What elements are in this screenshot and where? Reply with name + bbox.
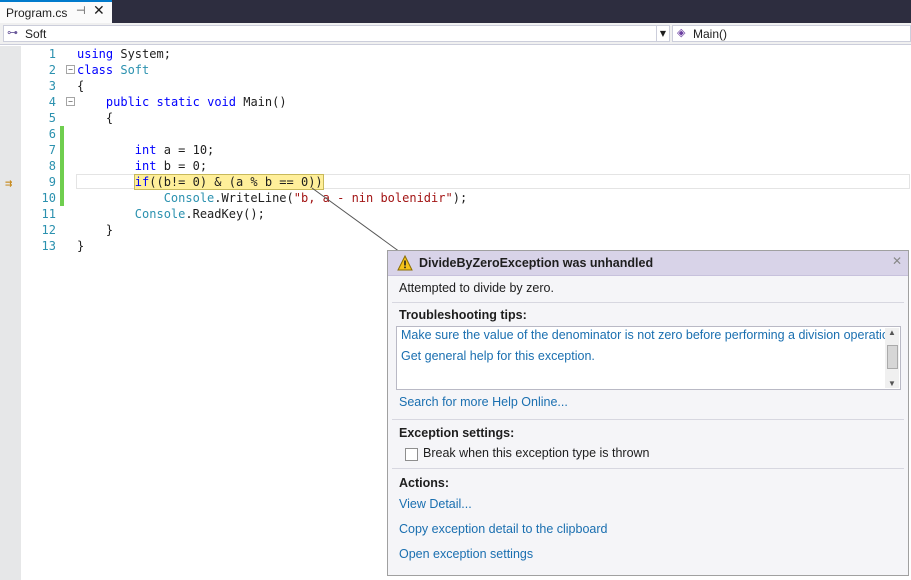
tip-link[interactable]: Get general help for this exception. — [401, 349, 595, 363]
copy-detail-link[interactable]: Copy exception detail to the clipboard — [399, 522, 607, 536]
divider — [392, 419, 904, 420]
document-tab-strip: Program.cs ⊣ ✕ — [0, 0, 911, 23]
scroll-up-icon[interactable]: ▲ — [888, 328, 896, 337]
tips-list[interactable]: Make sure the value of the denominator i… — [396, 326, 901, 390]
class-dropdown-label: Soft — [25, 27, 47, 41]
exception-header: DivideByZeroException was unhandled ✕ — [388, 251, 908, 276]
exception-title: DivideByZeroException was unhandled — [419, 256, 654, 270]
pin-icon[interactable]: ⊣ — [76, 4, 86, 17]
break-checkbox[interactable] — [405, 448, 418, 461]
tip-link[interactable]: Make sure the value of the denominator i… — [401, 328, 899, 342]
warning-icon — [397, 255, 413, 271]
scrollbar-thumb[interactable] — [887, 345, 898, 369]
exception-assistant: DivideByZeroException was unhandled ✕ At… — [387, 250, 909, 576]
divider — [392, 468, 904, 469]
class-icon: ⊶ — [7, 26, 18, 39]
settings-heading: Exception settings: — [399, 426, 515, 440]
navigation-bar: ⊶ Soft ▼ ◈ Main() — [0, 23, 911, 45]
class-dropdown[interactable]: ⊶ Soft ▼ — [3, 25, 670, 42]
close-icon[interactable]: ✕ — [892, 254, 902, 268]
break-checkbox-label[interactable]: Break when this exception type is thrown — [423, 446, 650, 460]
member-dropdown[interactable]: ◈ Main() — [672, 25, 911, 42]
open-settings-link[interactable]: Open exception settings — [399, 547, 533, 561]
chevron-down-icon[interactable]: ▼ — [656, 26, 669, 41]
method-icon: ◈ — [677, 26, 686, 39]
close-icon[interactable]: ✕ — [93, 3, 105, 19]
tab-program-cs[interactable]: Program.cs ⊣ ✕ — [0, 0, 112, 23]
tab-title: Program.cs — [6, 6, 68, 20]
tips-heading: Troubleshooting tips: — [399, 308, 527, 322]
member-dropdown-label: Main() — [693, 27, 728, 41]
exception-message: Attempted to divide by zero. — [399, 281, 554, 295]
actions-heading: Actions: — [399, 476, 449, 490]
scrollbar[interactable]: ▲ ▼ — [885, 328, 899, 388]
divider — [392, 302, 904, 303]
view-detail-link[interactable]: View Detail... — [399, 497, 472, 511]
scroll-down-icon[interactable]: ▼ — [888, 379, 896, 388]
search-help-link[interactable]: Search for more Help Online... — [399, 395, 568, 409]
